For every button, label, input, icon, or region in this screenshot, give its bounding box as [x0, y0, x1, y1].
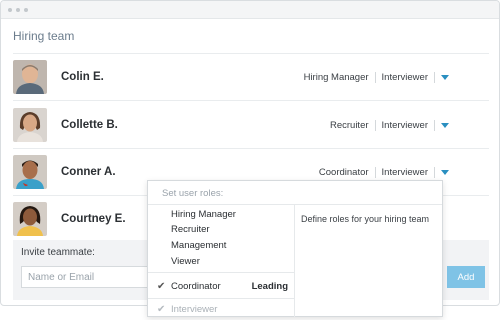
- role-label: Hiring Manager: [303, 71, 369, 83]
- member-name: Courtney E.: [61, 213, 126, 225]
- role-option-coordinator[interactable]: ✔ Coordinator Leading: [148, 275, 294, 297]
- window-dot-icon: [8, 7, 12, 12]
- member-roles: Coordinator Interviewer: [318, 166, 489, 178]
- role-label: Interviewer: [381, 166, 428, 178]
- leading-badge: Leading: [251, 280, 288, 292]
- role-option-hiring-manager[interactable]: Hiring Manager: [171, 209, 236, 220]
- chevron-down-icon[interactable]: [441, 74, 449, 80]
- role-option-label: Coordinator: [171, 280, 221, 292]
- role-option-viewer[interactable]: Viewer: [171, 256, 200, 267]
- team-member-row: Collette B. Recruiter Interviewer: [13, 106, 489, 144]
- divider: [13, 53, 489, 54]
- member-name: Collette B.: [61, 119, 118, 131]
- role-divider: [374, 119, 376, 131]
- role-divider: [434, 71, 435, 83]
- divider: [13, 148, 489, 149]
- checkmark-icon: ✔: [157, 280, 166, 292]
- role-divider: [374, 166, 376, 178]
- window-dot-icon: [16, 7, 20, 12]
- invite-label: Invite teammate:: [21, 247, 95, 258]
- avatar: [13, 155, 47, 189]
- role-label: Coordinator: [318, 166, 369, 178]
- role-divider: [434, 166, 435, 178]
- role-label: Interviewer: [381, 71, 428, 83]
- role-option-label: Interviewer: [171, 303, 218, 315]
- role-label: Interviewer: [381, 119, 428, 131]
- avatar: [13, 202, 47, 236]
- role-divider: [374, 71, 376, 83]
- window-dot-icon: [24, 7, 28, 12]
- member-roles: Hiring Manager Interviewer: [303, 71, 489, 83]
- divider: [148, 272, 294, 273]
- dropdown-header: Set user roles:: [162, 188, 224, 199]
- role-option-recruiter[interactable]: Recruiter: [171, 224, 210, 235]
- add-button[interactable]: Add: [447, 266, 485, 288]
- role-divider: [434, 119, 435, 131]
- chevron-down-icon[interactable]: [441, 169, 449, 175]
- avatar: [13, 60, 47, 94]
- team-member-row: Colin E. Hiring Manager Interviewer: [13, 58, 489, 96]
- role-help-text: Define roles for your hiring team: [301, 214, 430, 224]
- member-roles: Recruiter Interviewer: [329, 119, 489, 131]
- avatar: [13, 108, 47, 142]
- role-label: Recruiter: [329, 119, 369, 131]
- window-titlebar: [1, 1, 499, 19]
- chevron-down-icon[interactable]: [441, 122, 449, 128]
- role-options-list: Hiring Manager Recruiter Management View…: [148, 205, 295, 317]
- member-name: Conner A.: [61, 166, 116, 178]
- member-name: Colin E.: [61, 71, 104, 83]
- role-option-management[interactable]: Management: [171, 240, 226, 251]
- checkmark-icon: ✔: [157, 303, 166, 315]
- page-title: Hiring team: [13, 29, 75, 43]
- role-dropdown: Set user roles: Hiring Manager Recruiter…: [147, 180, 443, 317]
- role-option-interviewer: ✔ Interviewer: [148, 298, 294, 320]
- divider: [13, 100, 489, 101]
